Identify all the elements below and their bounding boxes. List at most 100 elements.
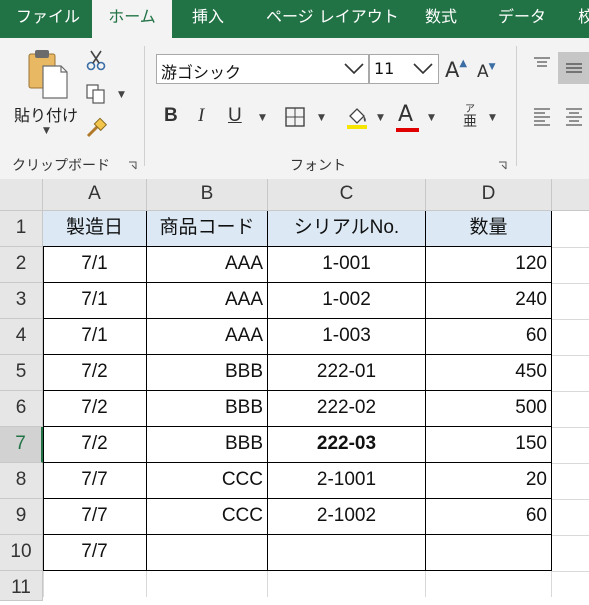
table-cell-qty[interactable]: 120 xyxy=(426,247,552,283)
table-header-cell[interactable]: 数量 xyxy=(426,211,552,247)
table-cell-code[interactable]: CCC xyxy=(147,499,268,535)
table-header-cell[interactable]: 製造日 xyxy=(43,211,147,247)
table-cell-code[interactable]: CCC xyxy=(147,463,268,499)
row-header[interactable]: 10 xyxy=(0,535,43,571)
table-cell-qty[interactable]: 450 xyxy=(426,355,552,391)
table-cell-serial-bold[interactable]: 222-03 xyxy=(268,427,426,463)
table-cell-date[interactable]: 7/1 xyxy=(43,283,147,319)
column-header-b[interactable]: B xyxy=(147,179,268,211)
dialog-launcher-icon[interactable] xyxy=(128,161,137,170)
row-header[interactable]: 8 xyxy=(0,463,43,499)
table-cell-date[interactable]: 7/2 xyxy=(43,427,147,463)
table-cell-serial[interactable]: 1-001 xyxy=(268,247,426,283)
row-header[interactable]: 4 xyxy=(0,319,43,355)
select-all-corner[interactable] xyxy=(0,179,43,211)
table-cell-date[interactable]: 7/2 xyxy=(43,355,147,391)
font-color-button[interactable]: A xyxy=(398,102,413,127)
column-header-d[interactable]: D xyxy=(426,179,552,211)
phonetic-dropdown-icon[interactable]: ▼ xyxy=(489,113,496,123)
row-header[interactable]: 1 xyxy=(0,211,43,247)
table-cell-date[interactable]: 7/7 xyxy=(43,463,147,499)
fill-color-button[interactable] xyxy=(344,104,370,130)
column-header-e[interactable] xyxy=(552,179,589,211)
table-cell-qty[interactable]: 500 xyxy=(426,391,552,427)
table-cell-date[interactable]: 7/1 xyxy=(43,247,147,283)
tab-page-layout[interactable]: ページ レイアウト xyxy=(266,0,399,38)
gridline xyxy=(552,247,589,248)
underline-dropdown-icon[interactable]: ▼ xyxy=(259,113,266,123)
table-cell-date[interactable]: 7/2 xyxy=(43,391,147,427)
dialog-launcher-icon[interactable] xyxy=(498,161,507,170)
table-cell-serial[interactable]: 1-002 xyxy=(268,283,426,319)
table-cell-date[interactable]: 7/1 xyxy=(43,319,147,355)
align-left-icon xyxy=(534,108,550,126)
column-header-a[interactable]: A xyxy=(43,179,147,211)
clipboard-group-label: クリップボード xyxy=(12,158,110,174)
row-header[interactable]: 6 xyxy=(0,391,43,427)
copy-dropdown-icon[interactable]: ▼ xyxy=(118,90,125,100)
paste-label[interactable]: 貼り付け xyxy=(14,102,78,126)
table-cell-qty[interactable]: 240 xyxy=(426,283,552,319)
tab-formulas[interactable]: 数式 xyxy=(425,0,457,38)
spreadsheet-grid: A B C D 1 2 3 4 5 6 7 8 9 10 11 製造日 商品コー… xyxy=(0,179,589,601)
shrink-font-button[interactable]: A▼ xyxy=(477,62,496,82)
chevron-down-icon[interactable] xyxy=(412,62,434,76)
table-cell-date[interactable]: 7/7 xyxy=(43,535,147,571)
table-cell-serial[interactable] xyxy=(268,535,426,571)
table-cell-qty[interactable]: 20 xyxy=(426,463,552,499)
row-header[interactable]: 5 xyxy=(0,355,43,391)
tab-insert[interactable]: 挿入 xyxy=(192,0,224,38)
bold-button[interactable]: B xyxy=(164,105,178,127)
table-cell-code[interactable]: BBB xyxy=(147,391,268,427)
row-header[interactable]: 2 xyxy=(0,247,43,283)
tab-review[interactable]: 校 xyxy=(578,0,589,38)
format-painter-icon xyxy=(86,117,107,138)
align-left-button[interactable] xyxy=(530,104,554,128)
chevron-down-icon[interactable] xyxy=(343,62,365,76)
tab-data[interactable]: データ xyxy=(498,0,546,38)
table-cell-qty[interactable]: 60 xyxy=(426,499,552,535)
fill-color-dropdown-icon[interactable]: ▼ xyxy=(377,113,384,123)
tab-home[interactable]: ホーム xyxy=(92,0,172,38)
table-cell-qty[interactable]: 150 xyxy=(426,427,552,463)
table-cell-qty[interactable] xyxy=(426,535,552,571)
phonetic-button[interactable]: ア 亜 xyxy=(458,104,482,130)
table-cell-serial[interactable]: 2-1001 xyxy=(268,463,426,499)
font-color-dropdown-icon[interactable]: ▼ xyxy=(428,113,435,123)
table-cell-code[interactable]: BBB xyxy=(147,427,268,463)
row-header-selected[interactable]: 7 xyxy=(0,427,43,463)
copy-button[interactable] xyxy=(84,82,108,106)
table-cell-serial[interactable]: 222-02 xyxy=(268,391,426,427)
table-cell-code[interactable]: BBB xyxy=(147,355,268,391)
font-name-combobox[interactable]: 游ゴシック xyxy=(156,54,369,84)
grow-font-button[interactable]: A▲ xyxy=(445,58,467,82)
paste-dropdown-icon[interactable]: ▼ xyxy=(43,126,50,136)
table-cell-serial[interactable]: 222-01 xyxy=(268,355,426,391)
align-center-button[interactable] xyxy=(562,104,586,128)
underline-button[interactable]: U xyxy=(228,105,242,127)
table-cell-code[interactable]: AAA xyxy=(147,283,268,319)
paste-button[interactable] xyxy=(20,46,72,102)
table-header-cell[interactable]: シリアルNo. xyxy=(268,211,426,247)
table-cell-code[interactable] xyxy=(147,535,268,571)
table-cell-qty[interactable]: 60 xyxy=(426,319,552,355)
italic-button[interactable]: I xyxy=(198,105,204,127)
column-header-c[interactable]: C xyxy=(268,179,426,211)
row-header[interactable]: 9 xyxy=(0,499,43,535)
gridline xyxy=(552,283,589,284)
table-cell-code[interactable]: AAA xyxy=(147,247,268,283)
table-cell-serial[interactable]: 2-1002 xyxy=(268,499,426,535)
row-header[interactable]: 3 xyxy=(0,283,43,319)
borders-dropdown-icon[interactable]: ▼ xyxy=(318,113,325,123)
borders-button[interactable] xyxy=(284,106,306,128)
cut-button[interactable] xyxy=(84,48,108,72)
table-cell-code[interactable]: AAA xyxy=(147,319,268,355)
font-size-combobox[interactable]: 11 xyxy=(369,54,439,84)
table-cell-date[interactable]: 7/7 xyxy=(43,499,147,535)
tab-file[interactable]: ファイル xyxy=(16,0,80,38)
format-painter-button[interactable] xyxy=(84,116,108,140)
table-header-cell[interactable]: 商品コード xyxy=(147,211,268,247)
align-middle-button[interactable] xyxy=(558,52,589,84)
align-top-button[interactable] xyxy=(530,52,554,76)
table-cell-serial[interactable]: 1-003 xyxy=(268,319,426,355)
